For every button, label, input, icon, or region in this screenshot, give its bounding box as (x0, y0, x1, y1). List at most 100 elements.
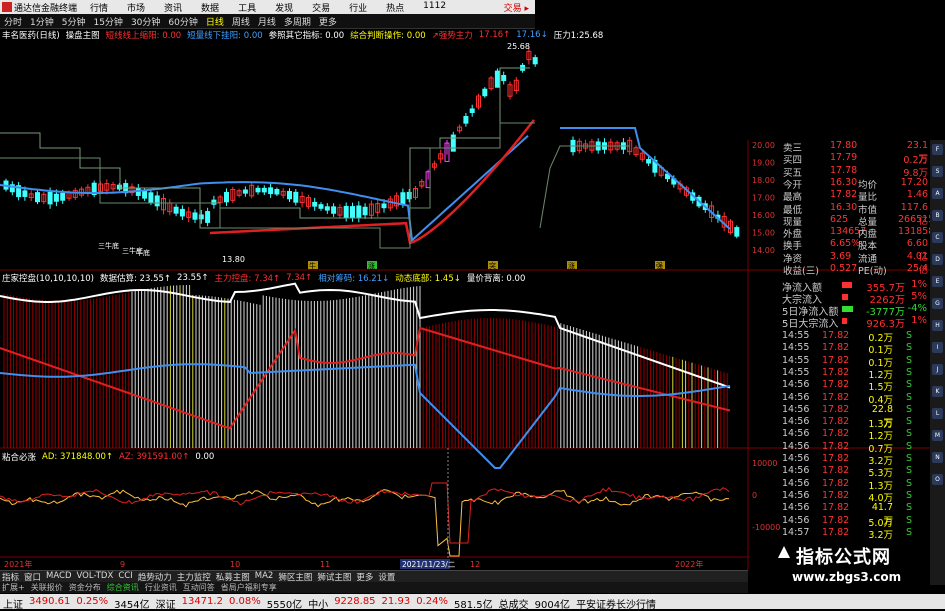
tick-row: 14:55 17.82 1.2万 S (782, 366, 927, 381)
tick-price: 17.82 (822, 428, 850, 440)
quote-row: 卖三 17.80 23.1万 (748, 140, 928, 165)
side-tool-icon[interactable]: J (932, 364, 943, 375)
menu-item[interactable]: 1112 (423, 1, 446, 14)
side-tool-icon[interactable]: I (932, 342, 943, 353)
trade-button[interactable]: 交易 ▸ (504, 1, 529, 14)
control-indicator-pane (0, 282, 731, 469)
period-tab[interactable]: 15分钟 (93, 15, 122, 28)
quote-value: 6.65% (830, 238, 861, 250)
tick-time: 14:57 (782, 526, 810, 538)
date-axis-label: 11 (320, 560, 330, 569)
menu-item[interactable]: 热点 (386, 1, 404, 14)
info-tab[interactable]: 扩展+ (2, 582, 25, 593)
quote-row: 最高 17.82 量比 1.46 (748, 189, 928, 203)
tick-row: 14:56 17.82 1.5万 S (782, 379, 927, 393)
info-tab[interactable]: 关联报价 (31, 582, 63, 593)
quote-row: 最低 16.30 市值 117.6亿 (748, 201, 928, 227)
tick-price: 17.82 (822, 465, 850, 477)
period-tab[interactable]: 月线 (258, 15, 276, 28)
candle-body (242, 189, 248, 194)
side-tool-icon[interactable]: A (932, 188, 943, 199)
money-flow-row: 5日大宗流入 926.3万 1% (782, 315, 927, 330)
tick-side: S (906, 391, 913, 403)
candle-body (255, 187, 261, 193)
tick-price: 17.82 (822, 453, 850, 464)
candle-body (356, 205, 362, 219)
side-tool-icon[interactable]: K (932, 386, 943, 397)
side-tool-icon[interactable]: S (932, 166, 943, 177)
tick-time: 14:56 (782, 391, 810, 403)
candlestick-pane: 25.6813.80三牛底三牛底牛底牛涨突涨强 (0, 42, 740, 270)
tick-volume: 3.2万 (868, 529, 893, 541)
money-flow-label: 5日大宗流入 (782, 319, 839, 330)
menu-item[interactable]: 资讯 (164, 1, 182, 14)
side-tool-icon[interactable]: O (932, 474, 943, 485)
quote-row: 净资 3.69 流通 4.01亿 (748, 251, 928, 276)
candle-body (53, 193, 59, 202)
side-tool-icon[interactable]: L (932, 408, 943, 419)
quote-value: 17.82 (830, 189, 858, 201)
tick-row: 14:56 17.82 1.3万 S (782, 478, 927, 492)
tick-price: 17.82 (822, 354, 850, 366)
side-tool-icon[interactable]: H (932, 320, 943, 331)
ad-axis-label: 0 (752, 491, 757, 500)
tick-price: 17.82 (822, 403, 850, 415)
tick-price: 17.82 (822, 342, 850, 354)
tick-row: 14:56 17.82 41.7万 S (782, 502, 927, 527)
app-title: 通达信金融终端 (14, 4, 78, 14)
money-flow-bar (842, 318, 847, 324)
tick-price: 17.82 (822, 514, 850, 526)
quote-value: 17.79 (830, 152, 858, 164)
side-tool-icon[interactable]: C (932, 232, 943, 243)
info-tab[interactable]: 行业资讯 (145, 582, 177, 593)
period-toolbar: 分时 1分钟 5分钟 15分钟 30分钟 60分钟 日线 周线 月线 多周期 更多 (0, 14, 535, 29)
side-tool-icon[interactable]: D (932, 254, 943, 265)
info-tab[interactable]: 资金分布 (69, 582, 101, 593)
period-tab[interactable]: 分时 (4, 15, 22, 28)
watermark-url: www.zbgs3.com (792, 570, 902, 584)
menu-item[interactable]: 发现 (275, 1, 293, 14)
date-axis-label: 12 (470, 560, 480, 569)
up-arrow-icon (778, 546, 790, 558)
quote-panel: 卖三 17.80 23.1万 买四 17.79 0.2万 买五 17.78 9.8万 今开 16.3… (748, 140, 934, 280)
side-tool-icon[interactable]: E (932, 276, 943, 287)
candle-body (60, 192, 66, 201)
period-tab[interactable]: 更多 (319, 15, 337, 28)
tick-side: S (906, 366, 913, 378)
quote-value: 16.30 (830, 176, 858, 188)
period-tab[interactable]: 30分钟 (131, 15, 160, 28)
menu-item[interactable]: 行情 (90, 1, 108, 14)
quote-value: 16.30 (830, 201, 858, 213)
period-tab[interactable]: 日线 (206, 15, 224, 28)
tick-row: 14:56 17.82 0.7万 S (782, 441, 927, 455)
side-tool-icon[interactable]: F (932, 144, 943, 155)
info-tab[interactable]: 互动问答 (183, 582, 215, 593)
period-tab[interactable]: 多周期 (284, 15, 311, 28)
tick-time: 14:55 (782, 366, 810, 378)
period-tab[interactable]: 周线 (232, 15, 250, 28)
side-tool-icon[interactable]: M (932, 430, 943, 441)
candle-body (406, 191, 412, 200)
title-bar: 通达信金融终端 行情 市场 资讯 数据 工具 发现 交易 行业 热点 1112 交易 ▸ (0, 0, 535, 14)
period-tab[interactable]: 5分钟 (62, 15, 86, 28)
side-tool-icon[interactable]: N (932, 452, 943, 463)
info-tab[interactable]: 省局户福利专享 (221, 582, 277, 593)
period-tab[interactable]: 1分钟 (30, 15, 54, 28)
menu-item[interactable]: 交易 (312, 1, 330, 14)
candle-body (173, 206, 179, 214)
candle-body (450, 134, 456, 152)
menu-item[interactable]: 行业 (349, 1, 367, 14)
side-tool-icon[interactable]: G (932, 298, 943, 309)
tick-time: 14:56 (782, 502, 810, 514)
tick-side: S (906, 379, 913, 391)
info-tab[interactable]: 综合资讯 (107, 582, 139, 593)
date-axis-label: 10 (230, 560, 240, 569)
menu-item[interactable]: 市场 (127, 1, 145, 14)
period-tab[interactable]: 60分钟 (168, 15, 197, 28)
quote-value: 17.80 (830, 140, 858, 151)
candle-body (293, 191, 299, 203)
menu-item[interactable]: 数据 (201, 1, 219, 14)
menu-item[interactable]: 工具 (238, 1, 256, 14)
tick-time: 14:56 (782, 403, 810, 415)
side-tool-icon[interactable]: B (932, 210, 943, 221)
